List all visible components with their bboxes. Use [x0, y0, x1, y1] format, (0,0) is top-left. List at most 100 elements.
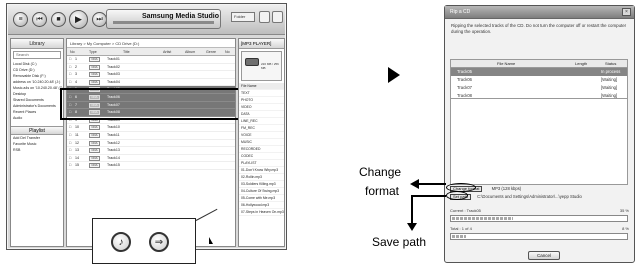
rip-cd-icon[interactable]: ♪: [111, 232, 131, 252]
track-number: 1: [75, 57, 77, 61]
row-checkbox[interactable]: □: [69, 124, 71, 131]
rip-cd-dialog: Rip a CD × Ripping the selected tracks o…: [444, 5, 635, 263]
column-header[interactable]: Artist: [163, 48, 171, 56]
folder-select[interactable]: Folder: [231, 12, 255, 22]
library-item[interactable]: Audio: [11, 115, 63, 121]
track-number: 12: [75, 140, 79, 145]
current-progress-bar: [450, 215, 628, 222]
track-number: 2: [75, 64, 77, 69]
playlist-item[interactable]: RSB: [11, 147, 63, 153]
track-number: 11: [75, 132, 79, 137]
device-file[interactable]: 01-Don't Know Why.mp3: [239, 167, 284, 174]
track-row[interactable]: □ 14 CDA Track14: [67, 155, 235, 163]
column-header[interactable]: Type: [89, 48, 97, 56]
device-folder[interactable]: RECORDED: [239, 146, 284, 153]
device-file[interactable]: 04-Culture Of Swing.mp3: [239, 188, 284, 195]
track-row[interactable]: □ 2 CDA Track02: [67, 64, 235, 72]
total-progress-fill: [452, 235, 466, 238]
menu-button[interactable]: ≡: [13, 12, 28, 27]
track-row[interactable]: □ 15 CDA Track15: [67, 162, 235, 170]
row-checkbox[interactable]: □: [69, 140, 71, 147]
column-header[interactable]: No: [70, 48, 75, 56]
save-path-annotation: Save path: [372, 235, 427, 249]
rip-row: Track07 [Waiting]: [451, 84, 627, 92]
device-capacity: 220 MB / 256 MB: [261, 62, 279, 70]
playlist-delete-button[interactable]: Del: [20, 136, 25, 140]
track-number: 14: [75, 155, 79, 160]
track-row[interactable]: □ 10 CDA Track10: [67, 124, 235, 132]
device-folder[interactable]: PLAYLIST: [239, 160, 284, 167]
previous-button[interactable]: ⏮: [32, 12, 47, 27]
device-file[interactable]: 06-Hollywood.mp3: [239, 202, 284, 209]
library-search-input[interactable]: Search: [13, 51, 61, 59]
library-panel: Library Search Local Disk (C:) CD Drive …: [10, 38, 64, 247]
next-button[interactable]: ⏭: [92, 12, 107, 27]
device-folder[interactable]: PHOTO: [239, 97, 284, 104]
current-progress-fill: [452, 217, 513, 220]
row-checkbox[interactable]: □: [69, 56, 71, 63]
track-row[interactable]: □ 11 CDA Track11: [67, 132, 235, 140]
rip-status: [Waiting]: [601, 77, 618, 82]
device-file[interactable]: 02-Rollin.mp3: [239, 174, 284, 181]
path-pointer-arrowhead: [407, 223, 417, 231]
track-number: 10: [75, 125, 79, 130]
close-icon[interactable]: ×: [622, 8, 631, 16]
rip-file-name: Track07: [457, 85, 472, 90]
rip-row: Track06 [Waiting]: [451, 76, 627, 84]
cancel-button[interactable]: Cancel: [528, 251, 560, 260]
seek-bar[interactable]: [113, 21, 214, 24]
format-badge: CDA: [89, 79, 100, 85]
track-row[interactable]: □ 1 CDA Track01: [67, 56, 235, 64]
row-checkbox[interactable]: □: [69, 64, 71, 71]
row-checkbox[interactable]: □: [69, 155, 71, 162]
track-title: Track10: [107, 125, 120, 130]
format-badge: CDA: [89, 155, 100, 161]
track-title: Track04: [107, 79, 120, 84]
playlist-add-button[interactable]: Add: [13, 136, 19, 140]
device-folder[interactable]: DATA: [239, 111, 284, 118]
row-checkbox[interactable]: □: [69, 79, 71, 86]
column-header[interactable]: No: [225, 48, 230, 56]
device-rows: TEXT PHOTO VIDEO DATA LINE_REC FM_REC VOICE MUS…: [239, 90, 284, 216]
playlist-transfer-button[interactable]: Transfer: [27, 136, 40, 140]
player-toolbar: ≡ ⏮ ■ ▶ ⏭ Samsung Media Studio Folder: [8, 5, 285, 35]
stop-button[interactable]: ■: [51, 12, 66, 27]
track-row[interactable]: □ 13 CDA Track13: [67, 147, 235, 155]
view-tab-1[interactable]: [259, 11, 270, 23]
transfer-icon[interactable]: ⇒: [149, 232, 169, 252]
device-folder[interactable]: MUSIC: [239, 139, 284, 146]
track-title: Track12: [107, 140, 120, 145]
dialog-instructions: Ripping the selected tracks of the CD. D…: [451, 23, 627, 34]
rip-row: Track05 In process: [451, 68, 627, 76]
row-checkbox[interactable]: □: [69, 132, 71, 139]
row-checkbox[interactable]: □: [69, 147, 71, 154]
device-card: 220 MB / 256 MB: [241, 51, 282, 81]
track-row[interactable]: □ 4 CDA Track04: [67, 79, 235, 87]
device-folder[interactable]: VIDEO: [239, 104, 284, 111]
device-folder[interactable]: VOICE: [239, 132, 284, 139]
device-folder[interactable]: FM_REC: [239, 125, 284, 132]
track-title: Track03: [107, 72, 120, 77]
view-tab-2[interactable]: [272, 11, 283, 23]
play-button[interactable]: ▶: [69, 10, 88, 29]
row-checkbox[interactable]: □: [69, 71, 71, 78]
device-file[interactable]: 03-Soldiers Killing.mp3: [239, 181, 284, 188]
column-header[interactable]: Genre: [206, 48, 216, 56]
device-folder[interactable]: CODEC: [239, 153, 284, 160]
track-title: Track01: [107, 57, 120, 61]
total-track-label: Total : 1 of 4: [450, 226, 472, 231]
track-row[interactable]: □ 3 CDA Track03: [67, 71, 235, 79]
device-folder[interactable]: LINE_REC: [239, 118, 284, 125]
track-number: 13: [75, 148, 79, 153]
media-studio-window: ≡ ⏮ ■ ▶ ⏭ Samsung Media Studio Folder Li…: [6, 3, 287, 250]
row-checkbox[interactable]: □: [69, 162, 71, 169]
column-header[interactable]: Album: [185, 48, 195, 56]
device-folder[interactable]: TEXT: [239, 90, 284, 97]
current-percent: 35 %: [619, 208, 629, 213]
column-header[interactable]: Title: [123, 48, 130, 56]
device-file[interactable]: 07-Steps in Heaven On.mp3: [239, 209, 284, 216]
track-row[interactable]: □ 12 CDA Track12: [67, 140, 235, 148]
device-file[interactable]: 05-Come with Me.mp3: [239, 195, 284, 202]
track-title: Track15: [107, 163, 120, 168]
format-pointer-arrowhead: [410, 179, 419, 189]
